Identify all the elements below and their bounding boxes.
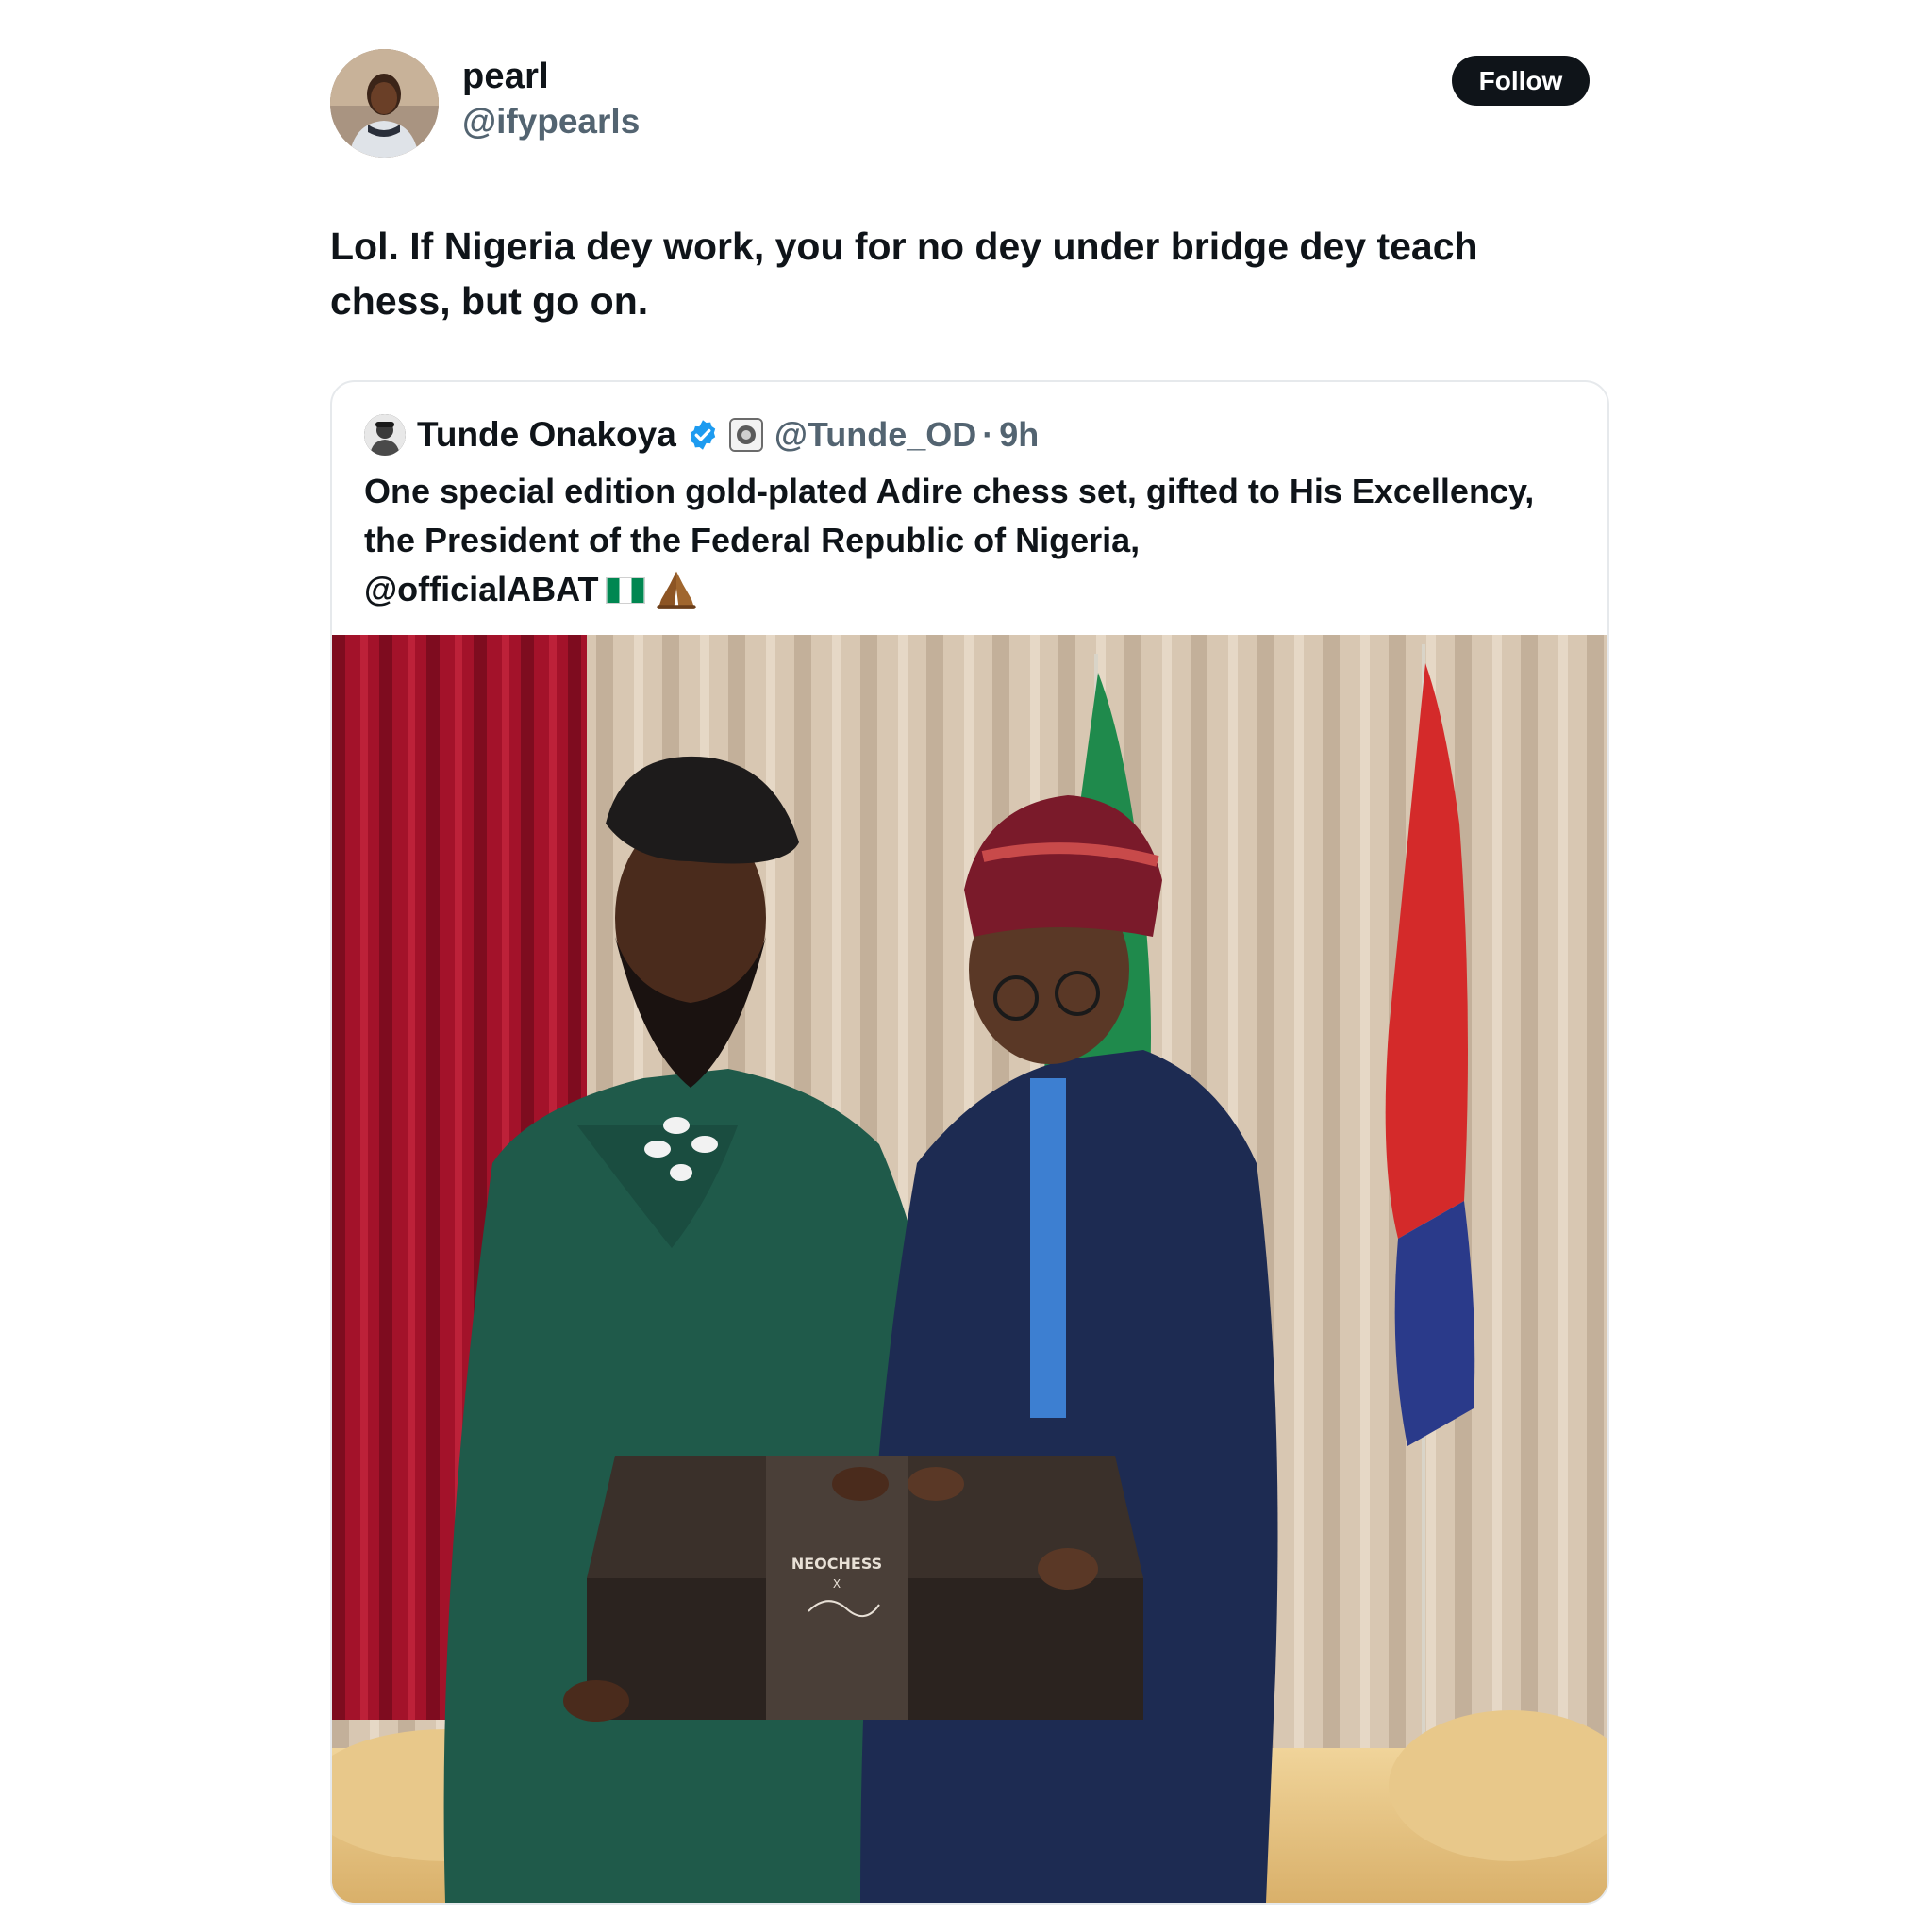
- quoted-tweet-time[interactable]: 9h: [999, 415, 1039, 455]
- box-brand-text: NEOCHESS: [791, 1555, 882, 1573]
- box-x-text: X: [833, 1577, 841, 1591]
- tweet-screenshot: pearl @ifypearls Follow Lol. If Nigeria …: [0, 0, 1932, 1932]
- user-handle[interactable]: @ifypearls: [462, 102, 640, 142]
- quoted-author-avatar[interactable]: [364, 414, 406, 456]
- mention-link[interactable]: @officialABAT: [364, 570, 598, 608]
- quoted-author-name[interactable]: Tunde Onakoya: [417, 415, 676, 455]
- avatar-photo: [330, 49, 439, 158]
- quoted-avatar-photo: [364, 414, 406, 456]
- quoted-tweet-photo[interactable]: NEOCHESS X: [332, 635, 1607, 1903]
- tweet-text: Lol. If Nigeria dey work, you for no dey…: [330, 225, 1478, 323]
- folded-hands-icon: [655, 567, 698, 610]
- quoted-header-separator: ·: [982, 415, 994, 454]
- quoted-tweet-body: One special edition gold-plated Adire ch…: [364, 472, 1535, 559]
- quoted-tweet-card[interactable]: Tunde Onakoya @Tunde_OD · 9h One special…: [330, 380, 1609, 1905]
- affiliate-badge-icon: [728, 418, 763, 452]
- quoted-tweet-text: One special edition gold-plated Adire ch…: [364, 467, 1581, 614]
- user-display-name[interactable]: pearl: [462, 57, 549, 97]
- follow-button[interactable]: Follow: [1452, 56, 1590, 106]
- quoted-tweet-header: Tunde Onakoya @Tunde_OD · 9h: [364, 410, 1039, 459]
- nigeria-flag-icon: [606, 577, 646, 604]
- photo-scene: NEOCHESS X: [332, 635, 1607, 1903]
- user-avatar[interactable]: [330, 49, 439, 158]
- quoted-author-handle[interactable]: @Tunde_OD: [774, 415, 976, 455]
- verified-badge-icon: [690, 420, 716, 450]
